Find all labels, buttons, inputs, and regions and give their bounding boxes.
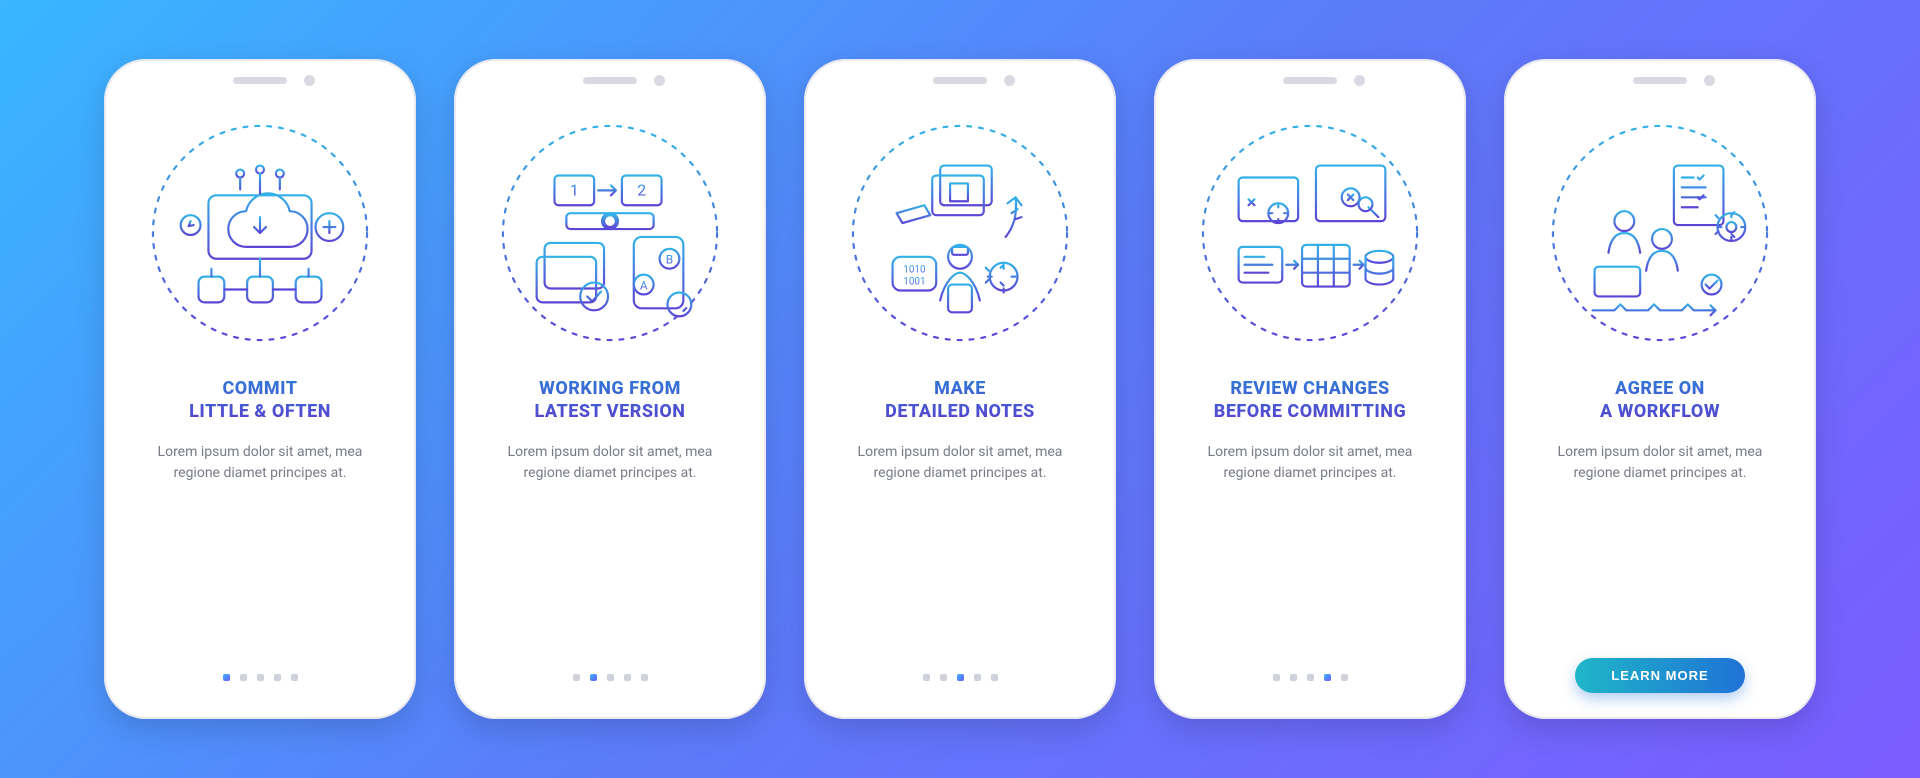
svg-text:A: A xyxy=(640,279,648,293)
dot-5[interactable] xyxy=(1341,674,1348,681)
dot-4[interactable] xyxy=(1324,674,1331,681)
svg-text:2: 2 xyxy=(637,180,646,199)
screen-title: WORKING FROM LATEST VERSION xyxy=(535,377,686,424)
page-indicator[interactable] xyxy=(573,661,648,693)
dot-2[interactable] xyxy=(940,674,947,681)
screen-description: Lorem ipsum dolor sit amet, mea regione … xyxy=(835,442,1085,485)
screen-description: Lorem ipsum dolor sit amet, mea regione … xyxy=(1535,442,1785,485)
dot-1[interactable] xyxy=(923,674,930,681)
dot-1[interactable] xyxy=(223,674,230,681)
onboarding-screen-commit: COMMIT LITTLE & OFTEN Lorem ipsum dolor … xyxy=(104,59,416,719)
dot-1[interactable] xyxy=(1273,674,1280,681)
dot-5[interactable] xyxy=(291,674,298,681)
screen-title: COMMIT LITTLE & OFTEN xyxy=(189,377,331,424)
page-indicator[interactable] xyxy=(923,661,998,693)
dot-1[interactable] xyxy=(573,674,580,681)
dot-5[interactable] xyxy=(991,674,998,681)
onboarding-screen-notes: 1010 1001 MAKE DETAILED NOTES Lorem ipsu… xyxy=(804,59,1116,719)
team-workflow-icon xyxy=(1544,117,1776,349)
screen-title: MAKE DETAILED NOTES xyxy=(885,377,1035,424)
screen-description: Lorem ipsum dolor sit amet, mea regione … xyxy=(1185,442,1435,485)
dot-2[interactable] xyxy=(1290,674,1297,681)
dot-5[interactable] xyxy=(641,674,648,681)
screen-description: Lorem ipsum dolor sit amet, mea regione … xyxy=(485,442,735,485)
svg-text:1: 1 xyxy=(570,180,579,199)
onboarding-screen-review: REVIEW CHANGES BEFORE COMMITTING Lorem i… xyxy=(1154,59,1466,719)
review-db-icon xyxy=(1194,117,1426,349)
dot-2[interactable] xyxy=(590,674,597,681)
cloud-boxes-icon xyxy=(144,117,376,349)
dot-3[interactable] xyxy=(1307,674,1314,681)
dot-4[interactable] xyxy=(274,674,281,681)
screen-title: REVIEW CHANGES BEFORE COMMITTING xyxy=(1214,377,1406,424)
learn-more-button[interactable]: LEARN MORE xyxy=(1575,658,1744,693)
svg-text:1001: 1001 xyxy=(903,277,925,288)
dot-4[interactable] xyxy=(624,674,631,681)
svg-text:1010: 1010 xyxy=(903,265,925,276)
dot-3[interactable] xyxy=(257,674,264,681)
page-indicator[interactable] xyxy=(223,661,298,693)
coder-notes-icon: 1010 1001 xyxy=(844,117,1076,349)
onboarding-screen-latest: 1 2 A B WORKING FROM LATEST VERSION Lore… xyxy=(454,59,766,719)
dot-2[interactable] xyxy=(240,674,247,681)
screen-description: Lorem ipsum dolor sit amet, mea regione … xyxy=(135,442,385,485)
ab-test-icon: 1 2 A B xyxy=(494,117,726,349)
page-indicator[interactable] xyxy=(1273,661,1348,693)
dot-3[interactable] xyxy=(607,674,614,681)
dot-4[interactable] xyxy=(974,674,981,681)
svg-text:B: B xyxy=(666,253,673,267)
screen-title: AGREE ON A WORKFLOW xyxy=(1600,377,1720,424)
dot-3[interactable] xyxy=(957,674,964,681)
onboarding-screen-workflow: AGREE ON A WORKFLOW Lorem ipsum dolor si… xyxy=(1504,59,1816,719)
